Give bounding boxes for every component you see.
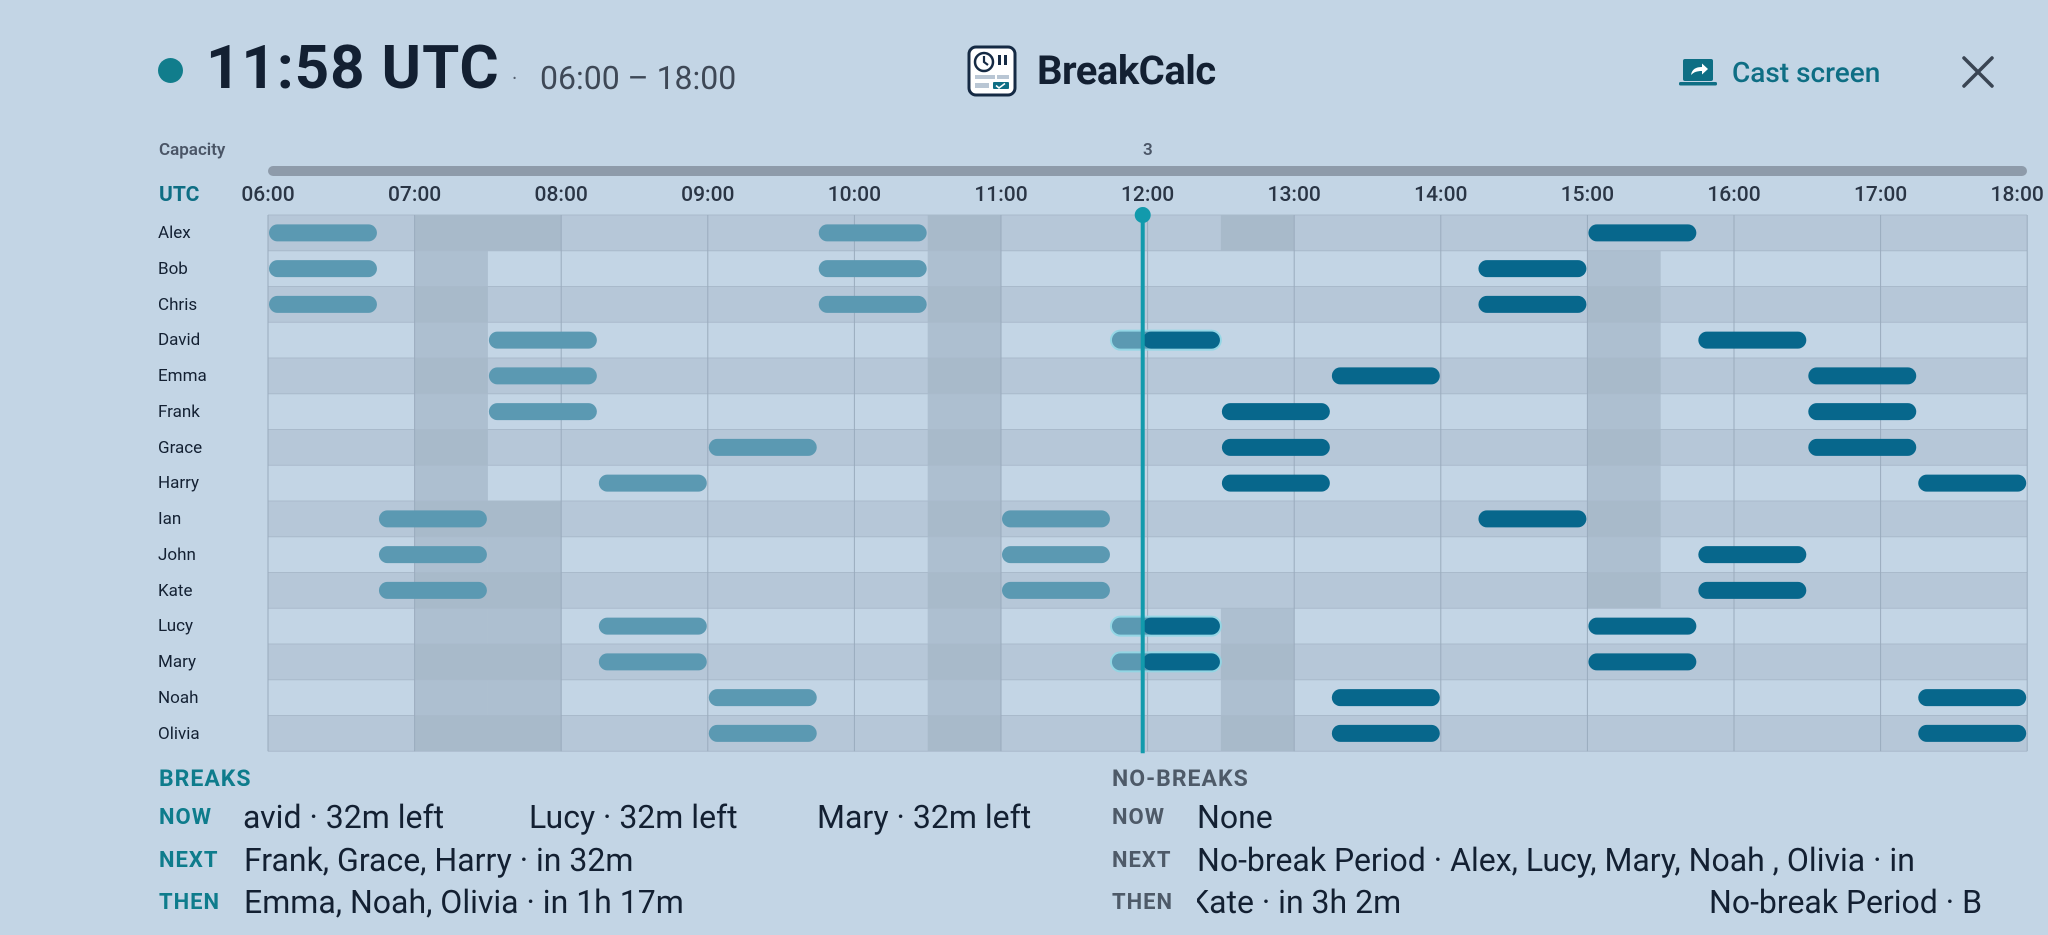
break-bar-upcoming xyxy=(1478,295,1587,313)
no-break-period xyxy=(927,215,1001,752)
no-breaks-now-value: None xyxy=(1197,798,1273,836)
break-bar-past xyxy=(818,260,927,278)
breaks-now-item: David · 32m left xyxy=(244,798,445,836)
break-bar-upcoming xyxy=(1698,331,1807,349)
break-bar-past xyxy=(598,653,707,671)
no-breaks-then-label: THEN xyxy=(1112,890,1174,915)
breaks-now-item: Mary · 32m left xyxy=(817,798,1032,836)
no-breaks-next-label: NEXT xyxy=(1112,848,1172,873)
no-breaks-then-item: No-break Period · B xyxy=(1709,883,1983,921)
break-bar-upcoming xyxy=(1698,546,1807,564)
no-break-period xyxy=(487,501,562,752)
break-bar-upcoming xyxy=(1478,260,1587,278)
break-bar-past xyxy=(818,295,927,313)
break-bar-active-remaining xyxy=(1142,331,1220,349)
break-bar-past xyxy=(488,367,597,385)
break-bar-past xyxy=(818,224,927,242)
break-bar-past xyxy=(708,689,817,707)
break-bar-upcoming xyxy=(1221,403,1330,421)
break-bar-active-remaining xyxy=(1142,617,1220,635)
break-bar-upcoming xyxy=(1331,689,1440,707)
breaks-now-label: NOW xyxy=(159,805,212,830)
no-break-period xyxy=(414,215,562,251)
break-bar-past xyxy=(708,438,817,456)
breaks-then-label: THEN xyxy=(159,890,221,915)
break-bar-past xyxy=(488,331,597,349)
break-bar-upcoming xyxy=(1698,581,1807,599)
breaks-next-value: Frank, Grace, Harry · in 32m xyxy=(244,841,634,879)
break-timeline xyxy=(267,207,2028,754)
current-time-marker xyxy=(1134,207,1151,223)
break-bar-active-remaining xyxy=(1142,653,1220,671)
break-bar-upcoming xyxy=(1588,224,1697,242)
break-bar-upcoming xyxy=(1918,724,2027,742)
break-bar-past xyxy=(708,724,817,742)
break-bar-past xyxy=(1002,510,1110,528)
break-bar-upcoming xyxy=(1221,438,1330,456)
break-bar-past xyxy=(269,260,377,278)
breaks-now-item: Lucy · 32m left xyxy=(529,798,738,836)
break-bar-upcoming xyxy=(1808,367,1917,385)
breaks-section-title: BREAKS xyxy=(159,765,252,792)
break-bar-upcoming xyxy=(1588,653,1697,671)
break-bar-past xyxy=(488,403,597,421)
no-breaks-next-value: No-break Period · Alex, Lucy, Mary, Noah… xyxy=(1197,841,1915,879)
break-bar-upcoming xyxy=(1918,689,2027,707)
breaks-then-value: Emma, Noah, Olivia · in 1h 17m xyxy=(244,883,684,921)
break-bar-past xyxy=(1002,546,1110,564)
break-bar-past xyxy=(378,510,487,528)
break-bar-upcoming xyxy=(1331,367,1440,385)
break-bar-upcoming xyxy=(1478,510,1587,528)
break-bar-past xyxy=(598,474,707,492)
no-breaks-then-list: Kate · in 3h 2m No-break Period · B xyxy=(1197,882,2027,924)
break-bar-past xyxy=(378,546,487,564)
no-breaks-section-title: NO-BREAKS xyxy=(1112,765,1249,792)
break-bar-past xyxy=(598,617,707,635)
break-bar-past xyxy=(378,581,487,599)
break-bar-upcoming xyxy=(1588,617,1697,635)
break-bar-past xyxy=(1002,581,1110,599)
break-bar-past xyxy=(269,295,377,313)
breaks-next-label: NEXT xyxy=(159,848,219,873)
break-bar-upcoming xyxy=(1331,724,1440,742)
break-bar-upcoming xyxy=(1918,474,2027,492)
break-bar-past xyxy=(269,224,377,242)
no-breaks-now-label: NOW xyxy=(1112,805,1165,830)
no-breaks-then-item: Kate · in 3h 2m xyxy=(1197,883,1402,921)
break-bar-upcoming xyxy=(1808,438,1917,456)
breaks-now-list: David · 32m left Lucy · 32m left Mary · … xyxy=(244,797,1084,839)
break-bar-upcoming xyxy=(1808,403,1917,421)
no-break-period xyxy=(1220,215,1295,251)
break-bar-upcoming xyxy=(1221,474,1330,492)
